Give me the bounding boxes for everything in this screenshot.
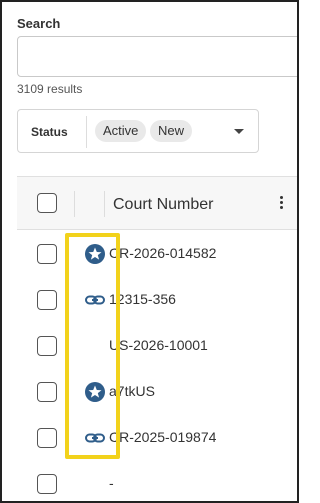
grid-header: Court Number [17,177,297,230]
court-number-cell: - [109,475,114,491]
row-checkbox[interactable] [37,244,57,264]
column-menu-icon[interactable] [278,195,284,211]
results-grid: Court Number CR-2026-014582 12315-356 US… [17,176,297,501]
app-frame: Search 3109 results Status Active New Co… [0,0,299,503]
row-checkbox[interactable] [37,336,57,356]
row-checkbox[interactable] [37,474,57,494]
table-row[interactable]: CR-2025-019874 [17,415,297,461]
table-row[interactable]: 12315-356 [17,277,297,323]
star-badge-icon[interactable] [84,381,106,403]
table-row[interactable]: US-2026-10001 [17,323,297,369]
chip-active[interactable]: Active [95,120,147,142]
status-filter-label: Status [31,125,68,139]
search-input[interactable] [17,36,297,77]
results-count: 3109 results [17,82,83,96]
court-number-cell: 12315-356 [109,291,176,307]
search-label: Search [17,16,61,31]
column-separator [74,191,75,217]
court-number-cell: CR-2025-019874 [109,429,217,445]
link-icon[interactable] [84,427,106,449]
court-number-cell: CR-2026-014582 [109,245,217,261]
link-icon[interactable] [84,289,106,311]
chevron-down-icon[interactable] [234,129,244,134]
court-number-cell: US-2026-10001 [109,337,208,353]
column-header-court-number[interactable]: Court Number [113,196,213,214]
court-number-cell: a7tkUS [109,383,155,399]
table-row[interactable]: - [17,461,297,501]
column-separator [104,191,105,217]
row-checkbox[interactable] [37,382,57,402]
status-filter[interactable]: Status Active New [17,109,259,153]
row-checkbox[interactable] [37,428,57,448]
table-row[interactable]: CR-2026-014582 [17,231,297,277]
chip-new[interactable]: New [150,120,193,142]
select-all-checkbox[interactable] [37,193,57,213]
filter-divider [86,116,87,148]
star-badge-icon[interactable] [84,243,106,265]
table-row[interactable]: a7tkUS [17,369,297,415]
row-checkbox[interactable] [37,290,57,310]
